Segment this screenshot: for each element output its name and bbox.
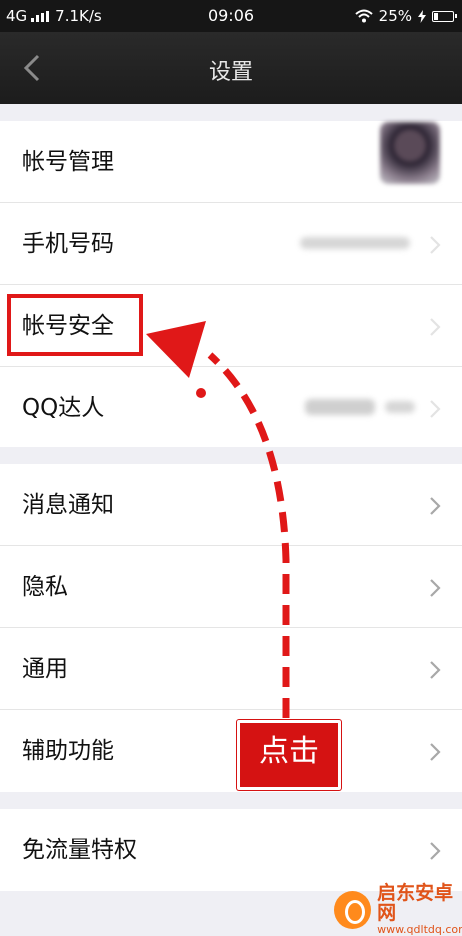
annotation-arrow [146, 321, 290, 718]
click-annotation: 点击 [237, 720, 341, 790]
watermark-text: 启东安卓网 www.qdltdq.com [377, 882, 462, 936]
watermark: 启东安卓网 www.qdltdq.com [334, 882, 462, 936]
watermark-logo-icon [334, 890, 372, 929]
arrow-dot [196, 388, 206, 398]
arrow-head [146, 321, 206, 378]
watermark-url: www.qdltdq.com [377, 922, 462, 936]
watermark-title: 启东安卓网 [377, 882, 454, 924]
